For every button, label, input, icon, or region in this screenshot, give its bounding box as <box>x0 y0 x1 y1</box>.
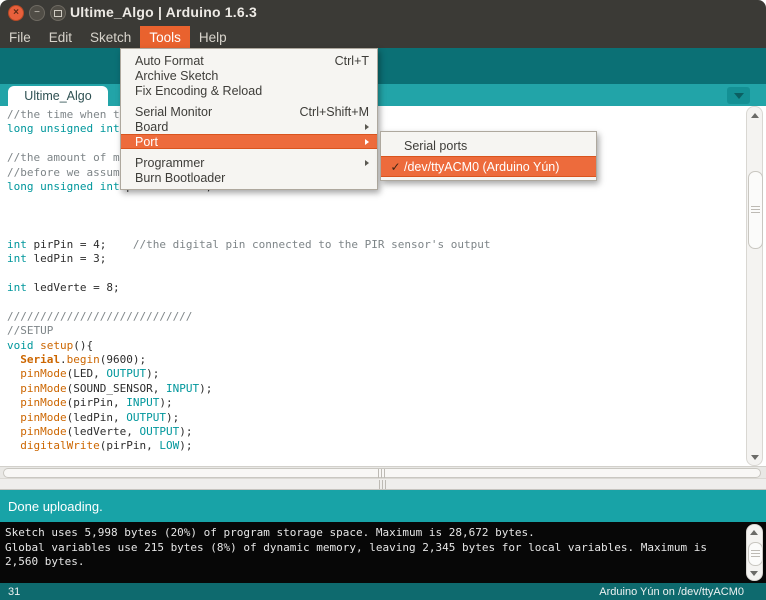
menu-item-label: Serial Monitor <box>135 105 300 119</box>
submenu-arrow-icon <box>365 139 369 145</box>
menu-item-shortcut: Ctrl+T <box>335 54 369 68</box>
code-line <box>7 194 490 208</box>
submenu-item-port[interactable]: ✓/dev/ttyACM0 (Arduino Yún) <box>381 156 596 177</box>
menu-item-label: Port <box>135 135 359 149</box>
arrow-down-icon <box>751 455 759 460</box>
status-message: Done uploading. <box>8 499 103 514</box>
console-line: Sketch uses 5,998 bytes (20%) of program… <box>5 526 742 541</box>
line-number-indicator: 31 <box>8 586 20 598</box>
titlebar: × − Ultime_Algo | Arduino 1.6.3 <box>0 0 766 26</box>
check-icon: ✓ <box>387 160 404 174</box>
tab-ultime-algo[interactable]: Ultime_Algo <box>8 86 108 106</box>
grip-icon <box>751 206 760 214</box>
menu-item-archive-sketch[interactable]: Archive Sketch <box>121 68 377 83</box>
scroll-down-button[interactable] <box>747 450 762 464</box>
submenu-arrow-icon <box>365 124 369 130</box>
code-line: //SETUP <box>7 324 490 338</box>
code-line: Serial.begin(9600); <box>7 353 490 367</box>
code-line: pinMode(pirPin, INPUT); <box>7 396 490 410</box>
menubar-item-tools[interactable]: Tools <box>140 26 190 48</box>
menu-item-auto-format[interactable]: Auto FormatCtrl+T <box>121 53 377 68</box>
code-line <box>7 209 490 223</box>
code-line: pinMode(ledPin, OUTPUT); <box>7 411 490 425</box>
submenu-header-serial-ports: Serial ports <box>381 135 596 156</box>
grip-icon <box>751 550 760 558</box>
console-line: 2,560 bytes. <box>5 555 742 570</box>
menu-item-label: Programmer <box>135 156 359 170</box>
submenu-item-label: /dev/ttyACM0 (Arduino Yún) <box>404 160 559 174</box>
menu-item-label: Fix Encoding & Reload <box>135 84 369 98</box>
chevron-down-icon <box>734 93 744 99</box>
submenu-arrow-icon <box>365 160 369 166</box>
console-scrollbar[interactable] <box>746 524 763 581</box>
code-line: pinMode(ledVerte, OUTPUT); <box>7 425 490 439</box>
menu-item-label: Board <box>135 120 359 134</box>
menu-item-programmer[interactable]: Programmer <box>121 155 377 170</box>
editor-horizontal-scrollbar[interactable] <box>0 466 766 478</box>
arrow-down-icon <box>750 571 758 576</box>
footer-status-bar: 31 Arduino Yún on /dev/ttyACM0 <box>0 583 766 600</box>
console-output: Sketch uses 5,998 bytes (20%) of program… <box>0 522 766 583</box>
menu-item-fix-encoding-reload[interactable]: Fix Encoding & Reload <box>121 83 377 98</box>
port-submenu: Serial ports✓/dev/ttyACM0 (Arduino Yún) <box>380 131 597 181</box>
grip-icon <box>379 480 387 489</box>
menu-item-board[interactable]: Board <box>121 119 377 134</box>
code-line: void setup(){ <box>7 339 490 353</box>
status-message-bar: Done uploading. <box>0 490 766 522</box>
maximize-icon <box>54 10 62 17</box>
minimize-window-button[interactable]: − <box>29 5 45 21</box>
arrow-up-icon <box>750 530 758 535</box>
menubar-item-help[interactable]: Help <box>190 26 236 48</box>
menu-item-serial-monitor[interactable]: Serial MonitorCtrl+Shift+M <box>121 104 377 119</box>
close-icon: × <box>13 8 19 18</box>
menubar-item-edit[interactable]: Edit <box>40 26 81 48</box>
grip-icon <box>378 469 386 478</box>
submenu-item-label: Serial ports <box>404 139 467 153</box>
code-line: pinMode(LED, OUTPUT); <box>7 367 490 381</box>
code-line: digitalWrite(pirPin, LOW); <box>7 439 490 453</box>
code-line <box>7 295 490 309</box>
close-window-button[interactable]: × <box>8 5 24 21</box>
code-line <box>7 266 490 280</box>
arrow-up-icon <box>751 113 759 118</box>
menubar-item-sketch[interactable]: Sketch <box>81 26 140 48</box>
tab-menu-button[interactable] <box>727 87 750 104</box>
toolbar <box>0 48 766 84</box>
tools-menu: Auto FormatCtrl+TArchive SketchFix Encod… <box>120 48 378 190</box>
editor-console-splitter[interactable] <box>0 478 766 490</box>
window-title: Ultime_Algo | Arduino 1.6.3 <box>70 4 257 20</box>
maximize-window-button[interactable] <box>50 5 66 21</box>
tab-label: Ultime_Algo <box>24 89 91 103</box>
board-port-indicator: Arduino Yún on /dev/ttyACM0 <box>599 586 744 598</box>
console-line: Global variables use 215 bytes (8%) of d… <box>5 541 742 556</box>
menu-item-port[interactable]: Port <box>121 134 377 149</box>
scrollbar-thumb[interactable] <box>3 468 761 478</box>
menubar: FileEditSketchToolsHelp <box>0 26 766 48</box>
scroll-down-button[interactable] <box>747 567 760 579</box>
code-line: int pirPin = 4; //the digital pin connec… <box>7 238 490 252</box>
code-line: pinMode(SOUND_SENSOR, INPUT); <box>7 382 490 396</box>
scroll-up-button[interactable] <box>747 526 760 538</box>
scrollbar-thumb[interactable] <box>748 542 763 566</box>
scroll-up-button[interactable] <box>747 108 762 122</box>
code-line <box>7 223 490 237</box>
arduino-ide-window: × − Ultime_Algo | Arduino 1.6.3 FileEdit… <box>0 0 766 600</box>
menu-item-shortcut: Ctrl+Shift+M <box>300 105 369 119</box>
minimize-icon: − <box>34 8 40 18</box>
code-line: int ledVerte = 8; <box>7 281 490 295</box>
menu-item-label: Archive Sketch <box>135 69 369 83</box>
code-line: int ledPin = 3; <box>7 252 490 266</box>
menubar-item-file[interactable]: File <box>0 26 40 48</box>
menu-item-label: Auto Format <box>135 54 335 68</box>
menu-item-label: Burn Bootloader <box>135 171 369 185</box>
editor-vertical-scrollbar[interactable] <box>746 106 763 466</box>
code-line: //////////////////////////// <box>7 310 490 324</box>
tab-strip: Ultime_Algo <box>0 84 766 106</box>
scrollbar-thumb[interactable] <box>748 171 763 249</box>
menu-item-burn-bootloader[interactable]: Burn Bootloader <box>121 170 377 185</box>
